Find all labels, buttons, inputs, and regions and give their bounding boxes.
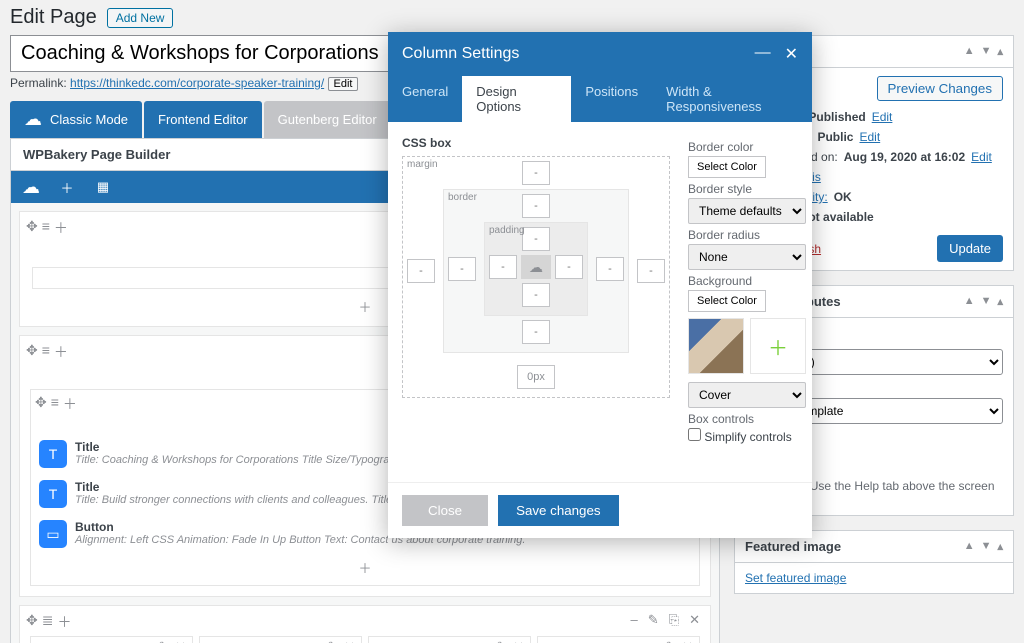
add-icon[interactable]: ＋ xyxy=(477,639,490,643)
cssbox-label: CSS box xyxy=(402,136,670,156)
cloud-icon: ☁ xyxy=(24,109,42,130)
permalink-url[interactable]: https://thinkedc.com/corporate-speaker-t… xyxy=(70,76,324,90)
border-right[interactable] xyxy=(596,257,624,281)
toggle-icon[interactable]: ▴ xyxy=(997,45,1003,58)
page-heading: Edit Page xyxy=(10,6,97,29)
content-icon: ☁ xyxy=(521,255,551,279)
chevron-up-icon[interactable]: ▲ xyxy=(964,540,975,553)
tab-width[interactable]: Width & Responsiveness xyxy=(652,76,812,122)
permalink-label: Permalink: xyxy=(10,76,67,90)
delete-icon[interactable]: ✕ xyxy=(682,639,693,643)
margin-right[interactable] xyxy=(637,259,665,283)
edit-date-link[interactable]: Edit xyxy=(971,150,992,164)
edit-icon[interactable]: ✎ xyxy=(665,639,676,643)
tab-classic[interactable]: ☁ Classic Mode xyxy=(10,101,142,138)
border-left[interactable] xyxy=(448,257,476,281)
edit-status-link[interactable]: Edit xyxy=(872,110,893,124)
update-button[interactable]: Update xyxy=(937,235,1003,262)
padding-right[interactable] xyxy=(555,255,583,279)
delete-icon[interactable]: ✕ xyxy=(344,639,355,643)
move-icon[interactable]: ✥ xyxy=(26,342,38,362)
toggle-icon[interactable]: ▴ xyxy=(997,540,1003,553)
close-button[interactable]: Close xyxy=(402,495,488,526)
chevron-up-icon[interactable]: ▲ xyxy=(964,45,975,58)
delete-icon[interactable]: ✕ xyxy=(175,639,186,643)
cloud-icon[interactable]: ☁ xyxy=(21,177,41,197)
simplify-checkbox[interactable] xyxy=(688,428,701,441)
column-settings-modal: Column Settings — ✕ General Design Optio… xyxy=(388,32,812,538)
tab-positions[interactable]: Positions xyxy=(571,76,652,122)
add-icon[interactable]: ＋ xyxy=(57,612,71,632)
bg-color-button[interactable]: Select Color xyxy=(688,290,766,312)
modal-title: Column Settings xyxy=(402,45,519,63)
border-color-button[interactable]: Select Color xyxy=(688,156,766,178)
margin-top[interactable] xyxy=(522,161,550,185)
border-radius-select[interactable]: None xyxy=(688,244,806,270)
columns-icon[interactable]: ≡ xyxy=(51,394,59,414)
border-top[interactable] xyxy=(522,194,550,218)
edit-icon[interactable]: ✎ xyxy=(496,639,507,643)
border-bottom[interactable] xyxy=(522,320,550,344)
add-icon[interactable]: ＋ xyxy=(63,394,77,414)
padding-bottom[interactable] xyxy=(522,283,550,307)
add-icon[interactable]: ＋ xyxy=(54,218,68,238)
margin-left[interactable] xyxy=(407,259,435,283)
add-image-button[interactable]: ＋ xyxy=(750,318,806,374)
add-new-button[interactable]: Add New xyxy=(107,8,174,28)
template-icon[interactable]: ▦ xyxy=(93,177,113,197)
add-element-icon[interactable]: ＋ xyxy=(57,177,77,197)
columns-icon[interactable]: ≣ xyxy=(42,612,54,632)
chevron-down-icon[interactable]: ▼ xyxy=(981,45,992,58)
section[interactable]: ✥ ≣ ＋ – ✎ ⎘ ✕ ＋ ✎ ✕ xyxy=(19,605,711,643)
edit-icon[interactable]: ✎ xyxy=(648,612,659,628)
title-icon: T xyxy=(39,440,67,468)
move-icon[interactable]: ✥ xyxy=(26,218,38,238)
toggle-icon[interactable]: ▴ xyxy=(997,295,1003,308)
chevron-down-icon[interactable]: ▼ xyxy=(981,295,992,308)
add-icon[interactable]: ＋ xyxy=(54,342,68,362)
minimize-icon[interactable]: — xyxy=(755,44,771,64)
set-featured-link[interactable]: Set featured image xyxy=(745,571,846,585)
tab-design[interactable]: Design Options xyxy=(462,76,571,122)
button-icon: ▭ xyxy=(39,520,67,548)
edit-visibility-link[interactable]: Edit xyxy=(859,130,880,144)
delete-icon[interactable]: ✕ xyxy=(689,612,700,628)
padding-left[interactable] xyxy=(489,255,517,279)
columns-icon[interactable]: ≡ xyxy=(42,218,50,238)
delete-icon[interactable]: ✕ xyxy=(513,639,524,643)
tab-general[interactable]: General xyxy=(388,76,462,122)
add-icon[interactable]: ＋ xyxy=(646,639,659,643)
padding-top[interactable] xyxy=(522,227,550,251)
title-icon: T xyxy=(39,480,67,508)
bg-image-thumb[interactable] xyxy=(688,318,744,374)
border-style-select[interactable]: Theme defaults xyxy=(688,198,806,224)
move-icon[interactable]: ✥ xyxy=(26,612,38,632)
bg-size-select[interactable]: Cover xyxy=(688,382,806,408)
edit-icon[interactable]: ✎ xyxy=(327,639,338,643)
add-center-icon[interactable]: ＋ xyxy=(35,554,695,581)
dash-icon[interactable]: – xyxy=(631,612,638,628)
permalink-edit-button[interactable]: Edit xyxy=(328,77,359,91)
move-icon[interactable]: ✥ xyxy=(35,394,47,414)
save-button[interactable]: Save changes xyxy=(498,495,618,526)
columns-icon[interactable]: ≡ xyxy=(42,342,50,362)
edit-icon[interactable]: ✎ xyxy=(158,639,169,643)
copy-icon[interactable]: ⎘ xyxy=(669,612,679,628)
preview-button[interactable]: Preview Changes xyxy=(877,76,1003,101)
tab-gutenberg[interactable]: Gutenberg Editor xyxy=(264,101,391,138)
chevron-up-icon[interactable]: ▲ xyxy=(964,295,975,308)
add-icon[interactable]: ＋ xyxy=(308,639,321,643)
tab-frontend[interactable]: Frontend Editor xyxy=(144,101,262,138)
chevron-down-icon[interactable]: ▼ xyxy=(981,540,992,553)
add-icon[interactable]: ＋ xyxy=(139,639,152,643)
featured-title: Featured image xyxy=(745,539,841,554)
close-icon[interactable]: ✕ xyxy=(785,44,798,64)
margin-bottom[interactable] xyxy=(517,365,555,389)
